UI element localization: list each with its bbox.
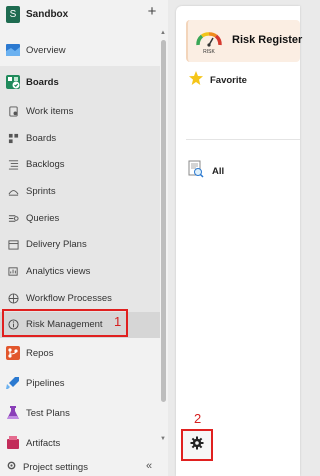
all-section[interactable]: All (188, 160, 224, 183)
pipelines-icon (4, 374, 22, 392)
sidebar-item-label: Workflow Processes (26, 292, 112, 304)
gauge-label: RISK (203, 49, 215, 55)
repos-icon (4, 344, 22, 362)
project-settings-link[interactable]: Project settings (0, 458, 168, 476)
sidebar-item-delivery-plans[interactable]: Delivery Plans (0, 231, 160, 258)
sidebar-item-test-plans[interactable]: Test Plans (0, 398, 160, 428)
sidebar-item-repos[interactable]: Repos (0, 338, 160, 368)
sidebar-item-label: Overview (26, 44, 66, 56)
artifacts-icon (4, 434, 22, 452)
sidebar-item-label: Boards (26, 132, 57, 144)
scrollbar-thumb[interactable] (161, 40, 166, 402)
sidebar-item-pipelines[interactable]: Pipelines (0, 368, 160, 398)
sidebar: S Sandbox + Overview Boards Work items B… (0, 0, 168, 476)
gear-icon (190, 436, 204, 455)
collapse-sidebar-button[interactable]: « (146, 460, 152, 472)
sidebar-item-label: Repos (26, 347, 54, 359)
project-settings-label: Project settings (23, 461, 88, 473)
risk-register-label: Risk Register (232, 34, 303, 46)
main-panel: RISK Risk Register Favorite All (176, 6, 303, 476)
risk-gauge-icon: RISK (194, 26, 224, 56)
sidebar-item-label: Queries (26, 212, 60, 224)
sidebar-item-overview[interactable]: Overview (0, 34, 160, 66)
all-label: All (212, 166, 225, 177)
project-header[interactable]: S Sandbox + (0, 0, 168, 32)
document-search-icon (188, 160, 204, 183)
analytics-icon (4, 262, 22, 280)
sprints-icon (4, 182, 22, 200)
board-columns-icon (4, 129, 22, 147)
sidebar-item-artifacts[interactable]: Artifacts (0, 428, 160, 458)
project-name[interactable]: Sandbox (26, 9, 68, 20)
work-items-icon (4, 102, 22, 120)
sidebar-item-label: Backlogs (26, 159, 65, 171)
divider (186, 139, 300, 140)
sidebar-item-analytics-views[interactable]: Analytics views (0, 258, 160, 285)
boards-subgroup: Work items Boards Backlogs Sprints Queri… (0, 98, 160, 339)
risk-register-card[interactable]: RISK Risk Register (186, 20, 303, 62)
sidebar-item-label: Test Plans (26, 407, 70, 419)
favorite-label: Favorite (210, 75, 247, 86)
sidebar-item-backlogs[interactable]: Backlogs (0, 151, 160, 178)
sidebar-item-sprints[interactable]: Sprints (0, 178, 160, 205)
boards-icon (4, 73, 22, 91)
settings-gear-button[interactable] (181, 429, 213, 461)
calendar-icon (4, 236, 22, 254)
overview-icon (4, 41, 22, 59)
sidebar-item-workflow-processes[interactable]: Workflow Processes (0, 285, 160, 312)
sidebar-item-boards-sub[interactable]: Boards (0, 125, 160, 152)
annotation-highlight-risk-management (2, 309, 128, 337)
scroll-up-icon[interactable]: ▲ (160, 30, 166, 36)
sidebar-item-label: Delivery Plans (26, 239, 87, 251)
sidebar-item-boards[interactable]: Boards (0, 66, 160, 98)
sidebar-item-label: Work items (26, 105, 74, 117)
scroll-down-icon[interactable]: ▼ (160, 436, 166, 442)
add-icon[interactable]: + (144, 3, 160, 23)
sidebar-item-work-items[interactable]: Work items (0, 98, 160, 125)
sidebar-item-queries[interactable]: Queries (0, 205, 160, 232)
annotation-label-2: 2 (194, 411, 202, 426)
favorite-section[interactable]: Favorite (188, 70, 247, 91)
annotation-label-1: 1 (114, 314, 122, 329)
sidebar-item-label: Boards (26, 76, 59, 88)
sidebar-item-label: Analytics views (26, 265, 91, 277)
star-icon (188, 70, 204, 91)
app-root: S Sandbox + Overview Boards Work items B… (0, 0, 303, 476)
project-avatar: S (6, 6, 20, 23)
workflow-icon (4, 289, 22, 307)
sidebar-item-label: Pipelines (26, 377, 65, 389)
gear-icon (6, 458, 17, 476)
sidebar-item-label: Sprints (26, 185, 56, 197)
test-plans-icon (4, 404, 22, 422)
backlogs-icon (4, 156, 22, 174)
sidebar-item-label: Artifacts (26, 437, 61, 449)
nav-list: Overview Boards Work items Boards Backlo… (0, 34, 160, 458)
queries-icon (4, 209, 22, 227)
